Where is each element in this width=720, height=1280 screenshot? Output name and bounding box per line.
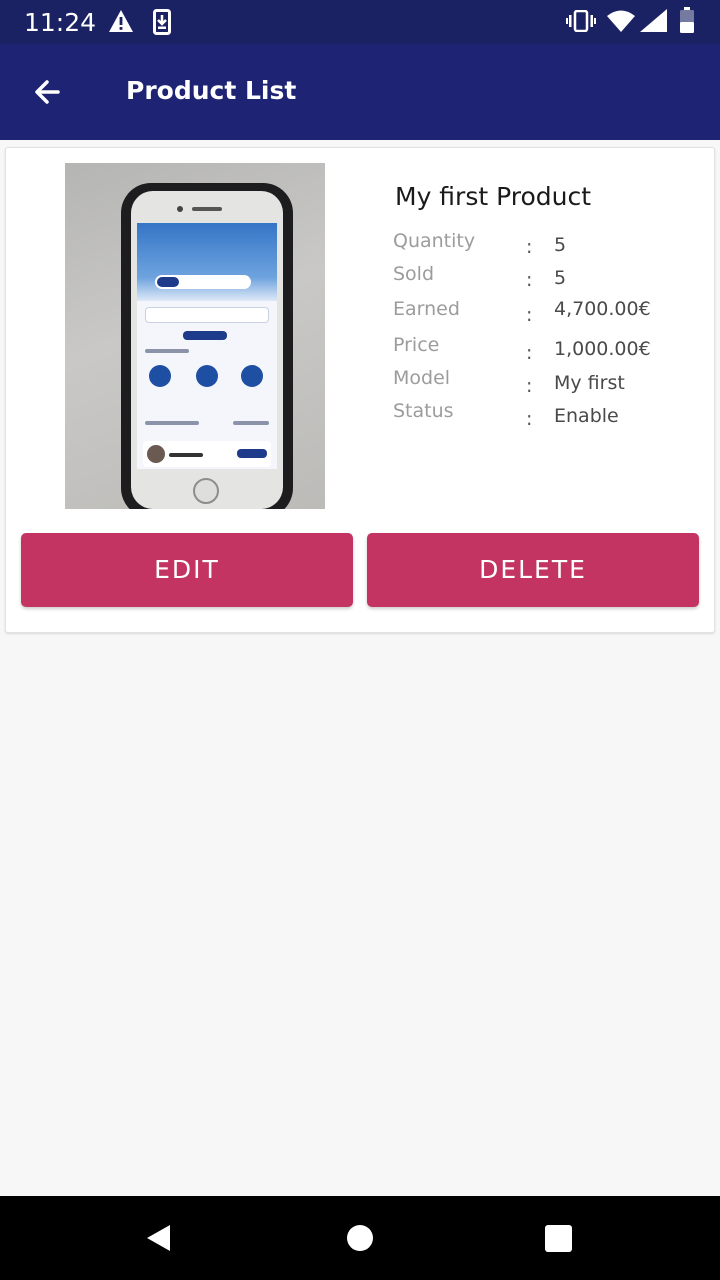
quantity-label: Quantity [393, 230, 476, 252]
arrow-left-icon [35, 80, 60, 104]
price-label: Price [393, 334, 440, 356]
model-label: Model [393, 367, 451, 389]
product-name: My first Product [395, 182, 592, 211]
status-separator: : [526, 408, 533, 430]
sold-separator: : [526, 269, 533, 291]
signal-icon [640, 9, 667, 32]
sold-value: 5 [554, 267, 567, 289]
back-triangle-icon[interactable] [146, 1224, 172, 1252]
earned-value: 4,700.00€ [554, 298, 651, 320]
app-bar: Product List [0, 44, 720, 140]
quantity-separator: : [526, 236, 533, 258]
status-bar: 11:24 x [0, 0, 720, 44]
sold-label: Sold [393, 263, 435, 285]
status-time: 11:24 [24, 8, 97, 37]
status-value: Enable [554, 405, 619, 427]
wifi-icon: x [607, 10, 635, 32]
status-label: Status [393, 400, 454, 422]
product-image [65, 163, 325, 509]
delete-button[interactable]: DELETE [367, 533, 699, 607]
earned-label: Earned [393, 298, 460, 320]
price-value: 1,000.00€ [554, 338, 651, 360]
quantity-value: 5 [554, 234, 567, 256]
system-nav-bar [0, 1196, 720, 1280]
vibrate-icon [566, 10, 596, 32]
product-card: My first Product Quantity : 5 Sold : 5 E… [5, 147, 715, 633]
edit-button[interactable]: EDIT [21, 533, 353, 607]
price-separator: : [526, 342, 533, 364]
page-title: Product List [126, 76, 297, 105]
warning-icon [109, 10, 133, 32]
earned-separator: : [526, 304, 533, 326]
recents-square-icon[interactable] [545, 1225, 572, 1252]
model-value: My first [554, 372, 625, 394]
home-circle-icon[interactable] [346, 1224, 374, 1252]
battery-icon [680, 7, 694, 33]
download-icon [153, 9, 171, 35]
model-separator: : [526, 375, 533, 397]
back-button[interactable] [28, 74, 68, 110]
